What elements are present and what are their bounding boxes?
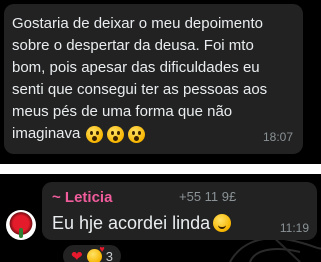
reaction-count: 3: [105, 248, 113, 262]
message-bubble[interactable]: Gostaria de deixar o meu depoimento sobr…: [4, 4, 303, 154]
emoji-row: [86, 125, 146, 143]
message-text-content: Gostaria de deixar o meu depoimento sobr…: [12, 15, 268, 142]
sender-phone: +55 11 9£: [179, 189, 237, 204]
message-text: Gostaria de deixar o meu depoimento sobr…: [12, 13, 300, 145]
astonished-face-icon: [86, 125, 104, 143]
avatar[interactable]: [6, 210, 36, 240]
message-time: 18:07: [262, 130, 293, 144]
chat-screenshot: Gostaria de deixar o meu depoimento sobr…: [0, 0, 321, 262]
sender-name[interactable]: ~ Leticia: [52, 189, 112, 206]
astonished-face-icon: [107, 125, 125, 143]
reactions-pill[interactable]: ❤ 3: [62, 244, 122, 262]
message-text-content: Eu hje acordei linda: [52, 213, 211, 233]
top-panel: Gostaria de deixar o meu depoimento sobr…: [0, 0, 321, 164]
smiling-face-with-hearts-icon: [86, 244, 105, 262]
message-text: Eu hje acordei linda: [52, 213, 232, 234]
message-time: 11:19: [279, 221, 309, 235]
bottom-panel: ~ Leticia +55 11 9£ Eu hje acordei linda…: [0, 174, 321, 262]
shy-smiling-face-icon: [213, 214, 232, 232]
red-heart-icon: ❤: [71, 248, 83, 262]
message-bubble[interactable]: ~ Leticia +55 11 9£ Eu hje acordei linda…: [42, 182, 317, 240]
astonished-face-icon: [128, 125, 146, 143]
